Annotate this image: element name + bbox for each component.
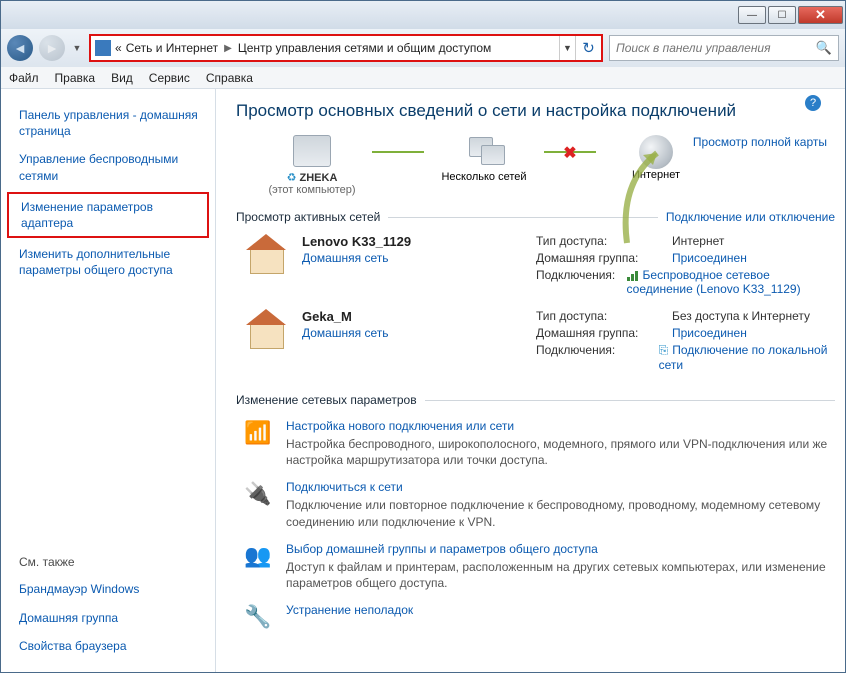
signal-icon	[627, 271, 639, 281]
chevron-right-icon: ▶	[222, 43, 234, 54]
full-map-link[interactable]: Просмотр полной карты	[693, 135, 827, 149]
menu-help[interactable]: Справка	[206, 71, 253, 85]
titlebar: — ☐ ✕	[1, 1, 845, 29]
change-item-homegroup[interactable]: 👥 Выбор домашней группы и параметров общ…	[244, 542, 835, 591]
c2-desc: Подключение или повторное подключение к …	[286, 497, 835, 529]
navbar: ◄ ► ▼ « Сеть и Интернет ▶ Центр управлен…	[1, 29, 845, 67]
search-box[interactable]: 🔍	[609, 35, 839, 61]
forward-button[interactable]: ►	[39, 35, 65, 61]
change-item-new-connection[interactable]: 📶 Настройка нового подключения или сети …	[244, 419, 835, 468]
minimize-button[interactable]: —	[738, 6, 766, 24]
node-networks[interactable]: Несколько сетей	[424, 135, 544, 183]
net2-name: Geka_M	[302, 309, 522, 324]
refresh-button[interactable]: ↻	[575, 36, 601, 60]
sidebar-adapter-settings[interactable]: Изменение параметров адаптера	[7, 192, 209, 238]
sidebar-firewall[interactable]: Брандмауэр Windows	[1, 575, 215, 603]
sidebar-seealso-head: См. также	[1, 549, 215, 575]
close-button[interactable]: ✕	[798, 6, 843, 24]
net2-type[interactable]: Домашняя сеть	[302, 326, 522, 340]
change-settings-head: Изменение сетевых параметров	[236, 393, 835, 407]
globe-icon	[639, 135, 673, 169]
help-icon[interactable]: ?	[805, 95, 821, 111]
sidebar-sharing[interactable]: Изменить дополнительные параметры общего…	[1, 240, 215, 284]
x-icon: ✖	[563, 143, 576, 163]
menu-edit[interactable]: Правка	[55, 71, 96, 85]
change-item-troubleshoot[interactable]: 🔧 Устранение неполадок	[244, 603, 835, 631]
net1-name: Lenovo K33_1129	[302, 234, 522, 249]
plug-icon: ⎘	[659, 343, 669, 357]
sidebar-homegroup[interactable]: Домашняя группа	[1, 604, 215, 632]
menubar: Файл Правка Вид Сервис Справка	[1, 67, 845, 89]
networks-icon	[465, 135, 503, 167]
network-map: Просмотр полной карты ♻ ZHEKA (этот комп…	[252, 135, 835, 196]
troubleshoot-icon: 🔧	[244, 603, 272, 631]
main-content: ? Просмотр основных сведений о сети и на…	[216, 89, 845, 672]
breadcrumb-level1[interactable]: Сеть и Интернет	[126, 41, 218, 55]
c3-desc: Доступ к файлам и принтерам, расположенн…	[286, 559, 835, 591]
sidebar-home[interactable]: Панель управления - домашняя страница	[1, 101, 215, 145]
net1-connection[interactable]: Беспроводное сетевое соединение (Lenovo …	[627, 268, 835, 296]
net2-homegroup[interactable]: Присоединен	[672, 326, 747, 340]
c4-title[interactable]: Устранение неполадок	[286, 603, 413, 617]
label-homegroup: Домашняя группа:	[536, 251, 666, 265]
active-head-text: Просмотр активных сетей	[236, 210, 380, 224]
address-dropdown[interactable]: ▼	[559, 36, 575, 60]
menu-tools[interactable]: Сервис	[149, 71, 190, 85]
net1-type[interactable]: Домашняя сеть	[302, 251, 522, 265]
change-head-text: Изменение сетевых параметров	[236, 393, 417, 407]
new-connection-icon: 📶	[244, 419, 272, 447]
c2-title[interactable]: Подключиться к сети	[286, 480, 835, 494]
breadcrumb[interactable]: « Сеть и Интернет ▶ Центр управления сет…	[91, 40, 559, 56]
net1-homegroup[interactable]: Присоединен	[672, 251, 747, 265]
sidebar-wireless[interactable]: Управление беспроводными сетями	[1, 145, 215, 189]
network-entry-2: Geka_M Домашняя сеть Тип доступа:Без дос…	[244, 309, 835, 375]
breadcrumb-prev: «	[115, 41, 122, 55]
connect-disconnect-link[interactable]: Подключение или отключение	[666, 210, 835, 224]
back-button[interactable]: ◄	[7, 35, 33, 61]
page-title: Просмотр основных сведений о сети и наст…	[236, 101, 835, 121]
maximize-button[interactable]: ☐	[768, 6, 796, 24]
home-icon	[244, 309, 288, 349]
pc-name: ZHEKA	[300, 172, 338, 184]
computer-icon	[293, 135, 331, 167]
label-access: Тип доступа:	[536, 234, 666, 248]
breadcrumb-level2[interactable]: Центр управления сетями и общим доступом	[238, 41, 492, 55]
search-input[interactable]	[616, 41, 810, 55]
home-icon	[244, 234, 288, 274]
change-item-connect[interactable]: 🔌 Подключиться к сети Подключение или по…	[244, 480, 835, 529]
homegroup-icon: 👥	[244, 542, 272, 570]
control-panel-icon	[95, 40, 111, 56]
net2-access: Без доступа к Интернету	[672, 309, 810, 323]
broken-line: ✖	[544, 151, 596, 153]
pc-sub: (этот компьютер)	[252, 184, 372, 196]
net2-connection[interactable]: ⎘Подключение по локальной сети	[659, 343, 835, 372]
menu-view[interactable]: Вид	[111, 71, 133, 85]
history-dropdown[interactable]: ▼	[71, 35, 83, 61]
network-entry-1: Lenovo K33_1129 Домашняя сеть Тип доступ…	[244, 234, 835, 299]
internet-label: Интернет	[596, 169, 716, 181]
search-icon: 🔍	[816, 40, 832, 56]
net1-access: Интернет	[672, 234, 724, 248]
connection-line	[372, 151, 424, 153]
multi-label: Несколько сетей	[424, 171, 544, 183]
active-networks-head: Просмотр активных сетей Подключение или …	[236, 210, 835, 224]
sidebar: Панель управления - домашняя страница Уп…	[1, 89, 216, 672]
sidebar-browser[interactable]: Свойства браузера	[1, 632, 215, 660]
connect-icon: 🔌	[244, 480, 272, 508]
menu-file[interactable]: Файл	[9, 71, 39, 85]
address-bar[interactable]: « Сеть и Интернет ▶ Центр управления сет…	[89, 34, 603, 62]
node-this-pc[interactable]: ♻ ZHEKA (этот компьютер)	[252, 135, 372, 196]
c3-title[interactable]: Выбор домашней группы и параметров общег…	[286, 542, 835, 556]
c1-title[interactable]: Настройка нового подключения или сети	[286, 419, 835, 433]
c1-desc: Настройка беспроводного, широкополосного…	[286, 436, 835, 468]
label-conn: Подключения:	[536, 268, 621, 296]
